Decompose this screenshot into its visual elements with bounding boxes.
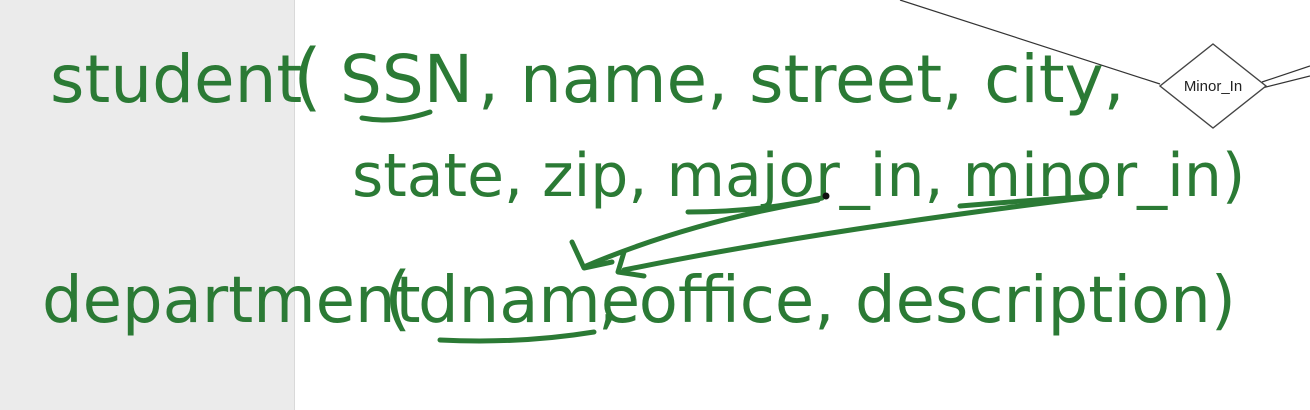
department-table-name: department <box>42 264 421 338</box>
whiteboard-canvas: Minor_In student ( SSN , name, street, c… <box>0 0 1310 410</box>
relationship-label: Minor_In <box>1184 78 1242 95</box>
er-connector-line-right-2 <box>1261 75 1310 89</box>
student-attributes-line1: , name, street, city, <box>478 41 1125 118</box>
cursor-dot <box>822 192 830 200</box>
student-open-paren: ( <box>293 34 322 120</box>
student-key-attribute: SSN <box>340 41 473 118</box>
student-table-name: student <box>50 41 302 118</box>
handwriting-layer: Minor_In student ( SSN , name, street, c… <box>42 0 1310 344</box>
department-open-paren: ( <box>384 257 411 339</box>
er-connector-line-right <box>1261 65 1310 83</box>
department-relation: department ( dname , office, description… <box>42 257 1236 344</box>
department-attributes: , office, description) <box>598 264 1236 338</box>
student-relation: student ( SSN , name, street, city, stat… <box>50 34 1245 211</box>
